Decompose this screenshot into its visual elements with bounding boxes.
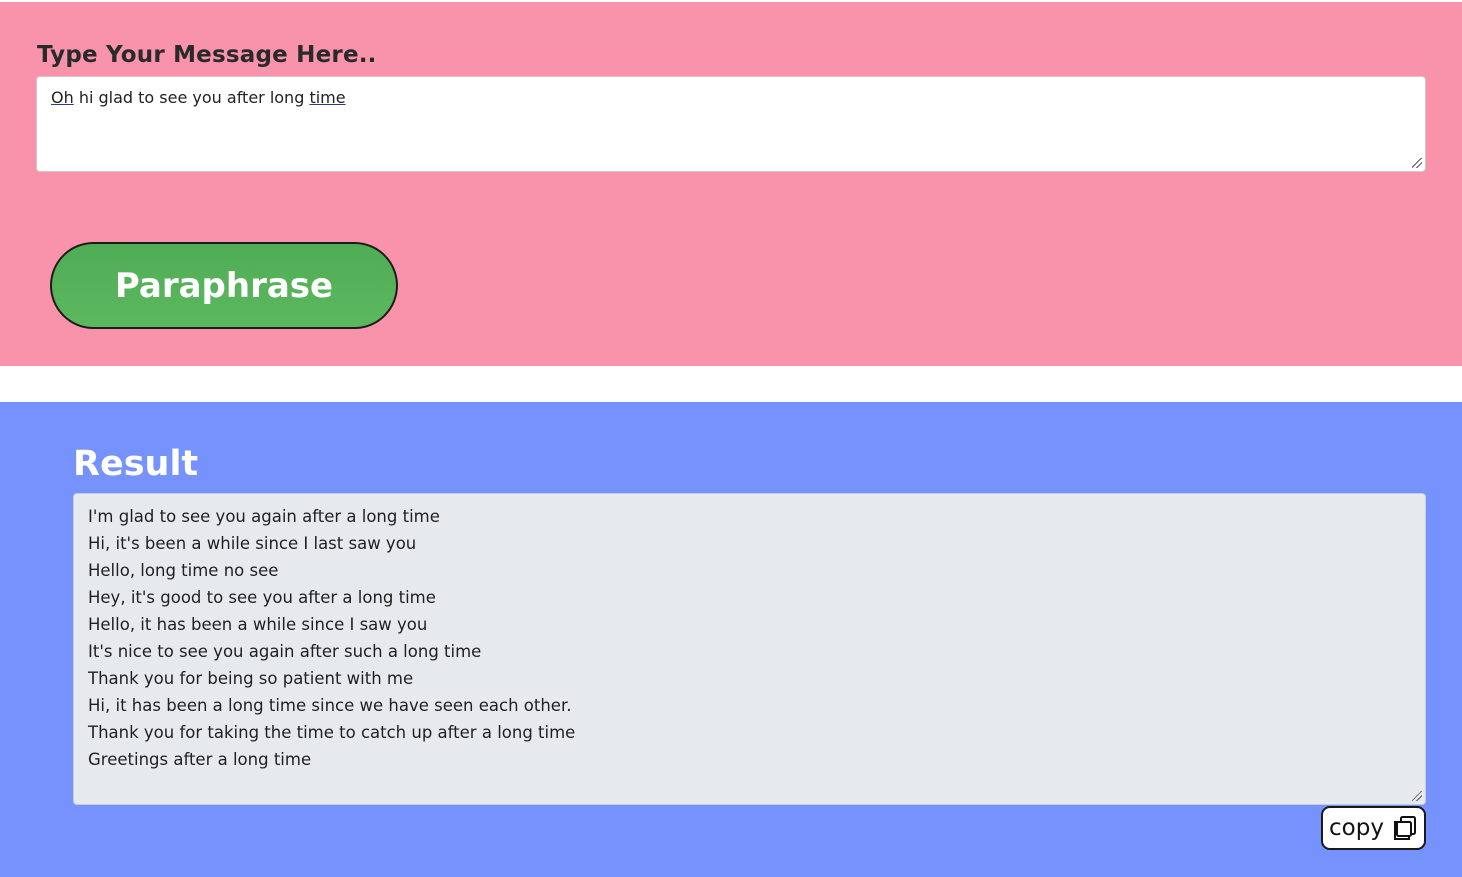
result-panel: Result I'm glad to see you again after a…: [0, 402, 1462, 877]
resize-handle[interactable]: [1412, 158, 1422, 168]
result-line: Hi, it's been a while since I last saw y…: [88, 534, 417, 553]
result-line: Thank you for taking the time to catch u…: [88, 723, 576, 742]
copy-button[interactable]: copy: [1321, 806, 1426, 850]
result-line: Hello, it has been a while since I saw y…: [88, 615, 428, 634]
message-input[interactable]: Oh hi glad to see you after long time: [36, 76, 1426, 172]
result-line: It's nice to see you again after such a …: [88, 642, 482, 661]
message-text-word: time: [309, 88, 346, 107]
copy-icon: [1392, 815, 1418, 841]
resize-handle[interactable]: [1412, 791, 1422, 801]
result-line: Hello, long time no see: [88, 561, 279, 580]
copy-label: copy: [1329, 815, 1384, 841]
message-label: Type Your Message Here..: [37, 42, 377, 68]
input-panel: Type Your Message Here.. Oh hi glad to s…: [0, 2, 1462, 366]
result-output[interactable]: I'm glad to see you again after a long t…: [73, 493, 1426, 805]
result-line: Hi, it has been a long time since we hav…: [88, 696, 572, 715]
result-title: Result: [73, 444, 199, 484]
paraphrase-button[interactable]: Paraphrase: [50, 242, 398, 329]
result-line: Hey, it's good to see you after a long t…: [88, 588, 436, 607]
message-text-word: Oh: [51, 88, 74, 107]
result-line: I'm glad to see you again after a long t…: [88, 507, 440, 526]
message-text: hi glad to see you after long: [73, 88, 310, 107]
result-line: Greetings after a long time: [88, 750, 312, 769]
result-line: Thank you for being so patient with me: [88, 669, 414, 688]
